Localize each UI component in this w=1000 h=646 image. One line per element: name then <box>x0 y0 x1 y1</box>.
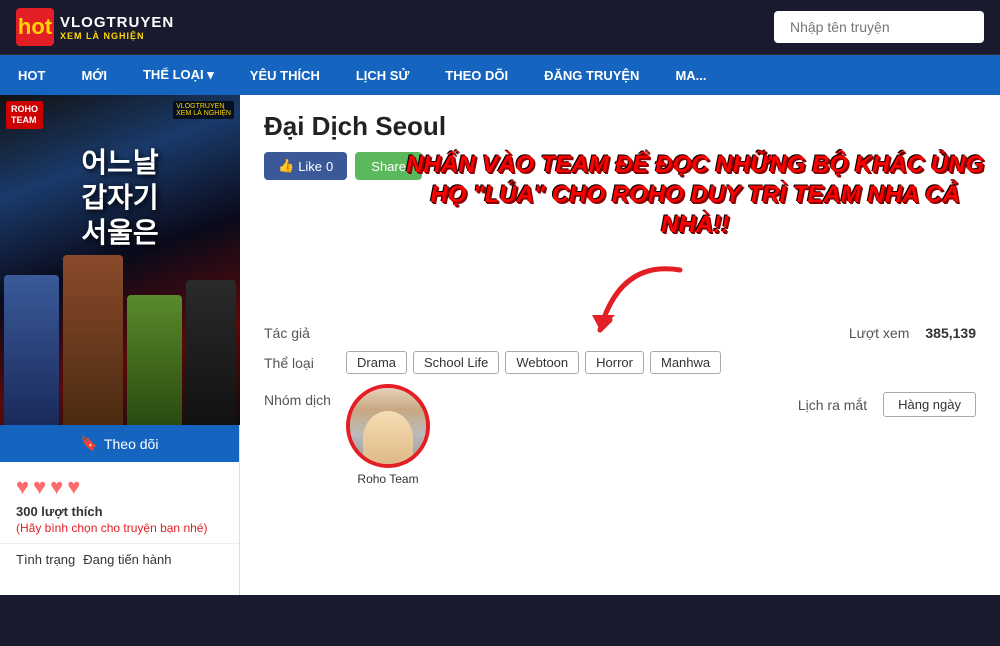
follow-label: Theo dõi <box>104 436 158 452</box>
thumbs-up-icon: 👍 <box>278 158 294 174</box>
tags-container: Drama School Life Webtoon Horror Manhwa <box>346 351 721 374</box>
luot-xem-label: Lượt xem <box>849 325 910 341</box>
tag-horror[interactable]: Horror <box>585 351 644 374</box>
heart-icon-2: ♥ <box>33 474 46 500</box>
info-section: Tác giả Lượt xem 385,139 Thể loại Drama … <box>264 325 976 486</box>
group-container[interactable]: Roho Team <box>346 384 430 486</box>
nav-item-the-loai[interactable]: THỂ LOẠI ▾ <box>125 55 232 95</box>
heart-icon-3: ♥ <box>50 474 63 500</box>
info-row-tac-gia: Tác giả Lượt xem 385,139 <box>264 325 976 341</box>
logo-v-icon: hot <box>16 8 54 46</box>
luot-xem-value: 385,139 <box>925 325 976 341</box>
lich-ra-mat-label: Lịch ra mắt <box>798 397 867 413</box>
like-label: Like <box>298 159 322 174</box>
nav-item-theo-doi[interactable]: THEO DÕI <box>427 56 526 95</box>
nav-item-hot[interactable]: HOT <box>0 56 63 95</box>
the-loai-label: Thể loại <box>264 355 334 371</box>
logo-text: VLOGTRUYEN XEM LÀ NGHIỆN <box>60 14 174 41</box>
main-nav: HOT MỚI THỂ LOẠI ▾ YÊU THÍCH LỊCH SỬ THE… <box>0 55 1000 95</box>
info-row-nhom-dich: Nhóm dịch Roho Team Lịch ra mắt Hàng ngà… <box>264 384 976 486</box>
header: hot VLOGTRUYEN XEM LÀ NGHIỆN <box>0 0 1000 55</box>
main-content: ROHOTEAM VLOGTRUYENXEM LÀ NGHIỆN 어느날갑자기서… <box>0 95 1000 595</box>
nav-item-moi[interactable]: MỚI <box>63 56 125 95</box>
tag-webtoon[interactable]: Webtoon <box>505 351 579 374</box>
tag-manhwa[interactable]: Manhwa <box>650 351 721 374</box>
lich-ra-mat-value: Hàng ngày <box>883 392 976 417</box>
logo-title: VLOGTRUYEN <box>60 14 174 31</box>
like-button[interactable]: 👍 Like 0 <box>264 152 347 180</box>
bookmark-icon: 🔖 <box>81 435 98 452</box>
right-panel: Đại Dịch Seoul 👍 Like 0 Share NHẤN VÀO T… <box>240 95 1000 595</box>
cover-korean-text: 어느날갑자기서울은 <box>0 145 240 250</box>
logo[interactable]: hot VLOGTRUYEN XEM LÀ NGHIỆN <box>16 8 174 46</box>
likes-hint: (Hãy bình chọn cho truyện bạn nhé) <box>0 521 239 543</box>
status-row: Tình trạng Đang tiến hành <box>0 543 239 575</box>
tinh-trang-label: Tình trạng <box>16 552 75 567</box>
avatar <box>350 386 426 466</box>
nav-item-dang-truyen[interactable]: ĐĂNG TRUYỆN <box>526 56 657 95</box>
tag-drama[interactable]: Drama <box>346 351 407 374</box>
action-buttons: 👍 Like 0 Share <box>264 152 976 180</box>
nhom-dich-label: Nhóm dịch <box>264 384 334 408</box>
roho-badge: ROHOTEAM <box>6 101 43 129</box>
nav-item-ma[interactable]: MA... <box>657 56 724 95</box>
nav-item-lich-su[interactable]: LỊCH SỬ <box>338 56 427 95</box>
manga-cover[interactable]: ROHOTEAM VLOGTRUYENXEM LÀ NGHIỆN 어느날갑자기서… <box>0 95 240 425</box>
tag-school-life[interactable]: School Life <box>413 351 499 374</box>
info-row-the-loai: Thể loại Drama School Life Webtoon Horro… <box>264 351 976 374</box>
cover-characters <box>0 225 240 425</box>
tinh-trang-value: Đang tiến hành <box>83 552 171 567</box>
heart-icon-1: ♥ <box>16 474 29 500</box>
logo-subtitle: XEM LÀ NGHIỆN <box>60 31 174 41</box>
group-name: Roho Team <box>357 472 418 486</box>
vlog-watermark: VLOGTRUYENXEM LÀ NGHIỆN <box>173 101 234 119</box>
likes-count: 300 lượt thích <box>0 504 239 521</box>
group-circle-border <box>346 384 430 468</box>
heart-icon-4: ♥ <box>67 474 80 500</box>
hearts-row: ♥ ♥ ♥ ♥ <box>0 462 239 504</box>
nav-item-yeu-thich[interactable]: YÊU THÍCH <box>232 56 338 95</box>
search-input[interactable] <box>774 11 984 43</box>
manga-title: Đại Dịch Seoul <box>264 111 976 142</box>
follow-button[interactable]: 🔖 Theo dõi <box>0 425 239 462</box>
like-count: 0 <box>326 159 333 174</box>
left-panel: ROHOTEAM VLOGTRUYENXEM LÀ NGHIỆN 어느날갑자기서… <box>0 95 240 595</box>
tac-gia-label: Tác giả <box>264 325 334 341</box>
share-button[interactable]: Share <box>355 152 422 180</box>
